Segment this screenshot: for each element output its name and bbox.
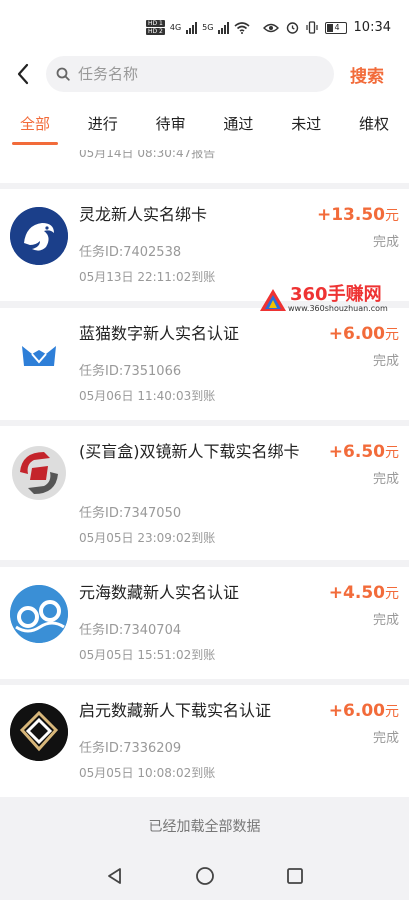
tab-rejected[interactable]: 未过 [291,96,321,150]
task-list: 05月14日 08:30:47报告 灵龙新人实名绑卡 +13.50元 完成 任务… [0,150,409,850]
watermark-logo-icon [260,288,286,311]
item-task-id: 任务ID:7340704 [79,623,182,638]
tab-in-progress[interactable]: 进行 [88,96,118,150]
home-circle-icon[interactable] [195,866,215,886]
vibrate-icon [305,21,318,34]
battery-icon: 4 [324,21,347,34]
signal-icon [186,21,198,34]
item-amount: +6.50元 [328,442,399,462]
item-status: 完成 [372,235,399,250]
item-title: 元海数藏新人实名认证 [79,583,240,602]
wifi-icon [234,21,250,34]
item-task-id: 任务ID:7351066 [79,364,182,379]
search-button[interactable]: 搜索 [350,62,384,87]
search-icon [56,67,70,81]
list-item[interactable]: (买盲盒)双镜新人下载实名绑卡 +6.50元 完成 任务ID:7347050 0… [0,426,409,560]
diamond-logo-icon [10,703,68,761]
tab-approved[interactable]: 通过 [223,96,253,150]
network-label-1: 4G [169,23,182,32]
item-amount: +13.50元 [316,205,399,225]
dragon-logo-icon [10,207,68,265]
item-task-id: 任务ID:7336209 [79,741,182,756]
item-status: 完成 [372,613,399,628]
network-label-2: 5G [202,23,214,32]
item-amount: +6.00元 [328,324,399,344]
wave-logo-icon [10,585,68,643]
status-right: 4 10:34 [262,20,391,35]
item-status: 完成 [372,354,399,369]
mirror-logo-icon [10,444,68,502]
list-item[interactable]: 蓝猫数字新人实名认证 +6.00元 完成 任务ID:7351066 05月06日… [0,308,409,420]
list-item[interactable]: 启元数藏新人下载实名认证 +6.00元 完成 任务ID:7336209 05月0… [0,685,409,797]
item-title: (买盲盒)双镜新人下载实名绑卡 [79,442,300,461]
search-box[interactable] [46,56,334,92]
chevron-left-icon [17,63,29,85]
item-time: 05月14日 08:30:47报告 [79,150,216,160]
list-item[interactable]: 元海数藏新人实名认证 +4.50元 完成 任务ID:7340704 05月05日… [0,567,409,679]
search-input[interactable] [78,65,308,83]
item-status: 完成 [372,472,399,487]
item-amount: +6.00元 [328,701,399,721]
back-button[interactable] [0,52,46,96]
watermark: 360手赚网 www.360shouzhuan.com [258,286,388,313]
item-title: 灵龙新人实名绑卡 [79,205,208,224]
item-time: 05月13日 22:11:02到账 [79,270,216,284]
tab-dispute[interactable]: 维权 [359,96,389,150]
item-time: 05月05日 10:08:02到账 [79,766,216,780]
item-time: 05月06日 11:40:03到账 [79,389,216,403]
item-amount: +4.50元 [328,583,399,603]
clock: 10:34 [353,20,391,35]
item-task-id: 任务ID:7402538 [79,245,182,260]
back-triangle-icon[interactable] [105,866,125,886]
status-bar: HD 1 HD 2 4G 5G 4 10:34 [0,0,409,52]
search-header: 搜索 [0,52,409,96]
item-status: 完成 [372,731,399,746]
list-item-partial[interactable]: 05月14日 08:30:47报告 [0,150,409,183]
watermark-text: 360手赚网 [290,284,382,305]
item-title: 启元数藏新人下载实名认证 [79,701,272,720]
end-of-list-text: 已经加载全部数据 [148,819,261,835]
watermark-url: www.360shouzhuan.com [288,304,388,313]
tab-pending-review[interactable]: 待审 [156,96,186,150]
alarm-icon [286,22,298,34]
tab-all[interactable]: 全部 [11,96,59,150]
sim-icon: HD 1 HD 2 [146,20,165,35]
item-task-id: 任务ID:7347050 [79,506,182,521]
status-left: HD 1 HD 2 4G 5G [146,20,250,35]
item-time: 05月05日 23:09:02到账 [79,531,216,545]
item-time: 05月05日 15:51:02到账 [79,648,216,662]
eye-icon [262,23,279,32]
signal-icon-2 [218,21,230,34]
recents-square-icon[interactable] [286,867,304,885]
filter-tabs: 全部 进行 待审 通过 未过 维权 [0,96,409,150]
item-title: 蓝猫数字新人实名认证 [79,324,240,343]
blue-cat-logo-icon [10,326,68,384]
system-nav-bar [0,852,409,900]
